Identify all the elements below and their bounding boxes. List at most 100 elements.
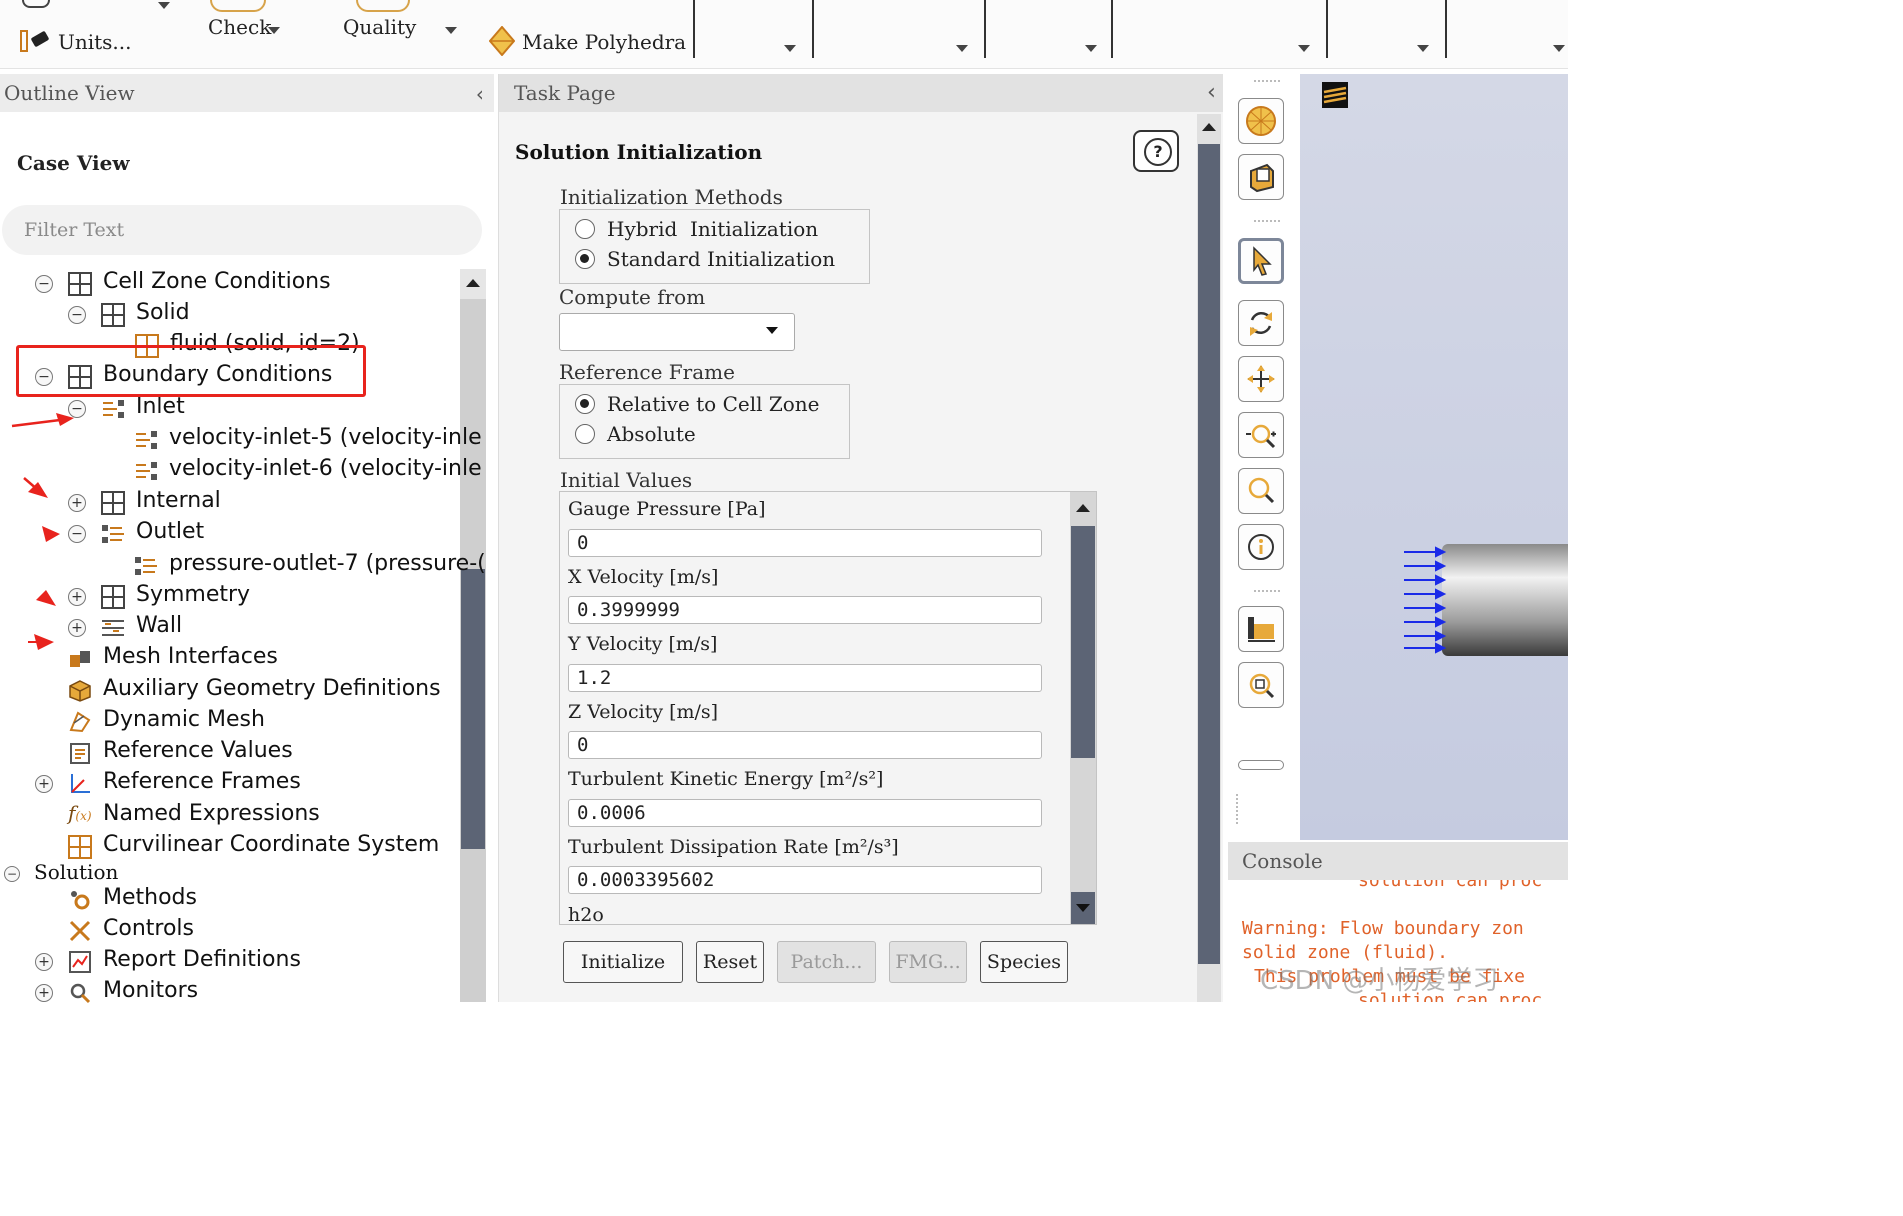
hybrid-init-label: Hybrid Initialization [607, 217, 819, 241]
chevron-down-icon[interactable] [956, 45, 968, 52]
cube-view-icon [1250, 163, 1274, 193]
grip-handle[interactable] [1254, 590, 1280, 596]
x-velocity-input[interactable]: 0.3999999 [568, 596, 1042, 624]
tree-label: Report Definitions [103, 947, 301, 972]
solid-zone-icon [101, 303, 125, 327]
scroll-up-button[interactable] [1197, 114, 1221, 142]
zoom-fit-icon [1249, 673, 1275, 699]
collapse-icon[interactable]: − [68, 306, 86, 324]
expand-toolbar-button[interactable] [1238, 760, 1284, 770]
inlet-icon [101, 397, 125, 421]
annotation-arrow [36, 590, 56, 606]
values-scrollbar[interactable] [1070, 492, 1096, 924]
scroll-thumb[interactable] [1198, 144, 1220, 964]
collapse-icon[interactable]: − [35, 275, 53, 293]
chevron-down-icon[interactable] [1085, 45, 1097, 52]
chevron-down-icon[interactable] [784, 45, 796, 52]
divider [693, 0, 695, 58]
pan-button[interactable] [1238, 356, 1284, 402]
expand-icon[interactable]: + [68, 494, 86, 512]
rotate-button[interactable] [1238, 300, 1284, 346]
initialize-button[interactable]: Initialize [563, 941, 683, 983]
chevron-down-icon[interactable] [1553, 45, 1565, 52]
check-dropdown-icon[interactable] [268, 27, 280, 34]
scroll-down-button[interactable] [1071, 892, 1095, 924]
expand-icon[interactable]: + [35, 775, 53, 793]
help-button[interactable]: ? [1133, 130, 1179, 172]
expand-icon[interactable]: + [35, 984, 53, 1002]
species-button[interactable]: Species [980, 941, 1068, 983]
chevron-down-icon[interactable] [1417, 45, 1429, 52]
report-icon [68, 950, 92, 974]
y-velocity-input[interactable]: 1.2 [568, 664, 1042, 692]
zoom-fit-button[interactable] [1238, 662, 1284, 708]
console-output[interactable]: solution can proc Warning: Flow boundary… [1228, 880, 1568, 1002]
polyhedra-icon [488, 25, 516, 57]
check-button[interactable]: Check [208, 15, 271, 39]
compute-from-select[interactable] [559, 313, 795, 351]
collapse-icon[interactable]: − [68, 525, 86, 543]
patch-button[interactable]: Patch... [777, 941, 876, 983]
relative-radio[interactable] [575, 394, 595, 414]
scroll-up-button[interactable] [460, 269, 486, 299]
scroll-up-icon[interactable] [1076, 504, 1090, 512]
x-velocity-label: X Velocity [m/s] [568, 566, 719, 588]
standard-init-radio[interactable] [575, 249, 595, 269]
collapse-icon[interactable]: − [4, 866, 20, 882]
task-page-scrollbar[interactable] [1197, 114, 1221, 1002]
chevron-down-icon[interactable] [1298, 45, 1310, 52]
probe-button[interactable] [1238, 524, 1284, 570]
grip-handle[interactable] [1254, 80, 1280, 86]
hybrid-init-radio[interactable] [575, 219, 595, 239]
zoom-to-area-button[interactable] [1238, 468, 1284, 514]
ruler-icon [1248, 617, 1275, 642]
expand-icon[interactable]: + [68, 588, 86, 606]
ribbon-toolbar: Units... Check Quality Make Polyhedra [0, 0, 1568, 69]
quality-button[interactable]: Quality [343, 15, 416, 39]
filter-input[interactable]: Filter Text [2, 205, 482, 255]
tools-icon [68, 919, 92, 943]
reset-button[interactable]: Reset [696, 941, 764, 983]
collapse-panel-icon[interactable]: ‹ [474, 82, 486, 106]
init-methods-label: Initialization Methods [560, 185, 783, 209]
partial-icon [22, 0, 50, 8]
gear-icon [68, 888, 92, 912]
z-velocity-input[interactable]: 0 [568, 731, 1042, 759]
make-polyhedra-button[interactable]: Make Polyhedra [522, 30, 686, 54]
z-velocity-label: Z Velocity [m/s] [568, 701, 719, 723]
symmetry-icon [101, 585, 125, 609]
quality-dropdown-icon[interactable] [445, 27, 457, 34]
tree-label: Outlet [136, 519, 205, 544]
collapse-panel-icon[interactable]: ‹ [1205, 80, 1218, 105]
grip-handle[interactable] [1254, 220, 1280, 226]
ruler-button[interactable] [1238, 606, 1284, 652]
check-icon [210, 0, 266, 12]
graphics-viewport[interactable] [1300, 74, 1568, 840]
reference-frame-label: Reference Frame [559, 360, 735, 384]
chevron-down-icon[interactable] [158, 2, 170, 9]
scroll-thumb[interactable] [461, 569, 485, 849]
outline-scrollbar[interactable] [460, 269, 486, 1002]
scroll-thumb[interactable] [1071, 526, 1095, 758]
tdr-input[interactable]: 0.0003395602 [568, 866, 1042, 894]
fit-sphere-button[interactable] [1238, 98, 1284, 144]
divider [1445, 0, 1447, 58]
expand-icon[interactable]: + [35, 953, 53, 971]
chevron-down-icon [766, 327, 778, 334]
fmg-button[interactable]: FMG... [889, 941, 967, 983]
question-icon: ? [1144, 138, 1172, 166]
select-pointer-button[interactable] [1238, 238, 1284, 284]
tree-label: Curvilinear Coordinate System [103, 832, 440, 857]
absolute-radio[interactable] [575, 424, 595, 444]
units-button[interactable]: Units... [58, 30, 132, 54]
expand-icon[interactable]: + [68, 619, 86, 637]
gauge-pressure-input[interactable]: 0 [568, 529, 1042, 557]
internal-icon [101, 491, 125, 515]
grip-handle[interactable] [1236, 794, 1242, 824]
outline-view-header: Outline View [0, 74, 494, 112]
gauge-pressure-label: Gauge Pressure [Pa] [568, 498, 766, 520]
zoom-button[interactable] [1238, 412, 1284, 458]
tke-input[interactable]: 0.0006 [568, 799, 1042, 827]
divider [984, 0, 986, 58]
view-cube-button[interactable] [1238, 154, 1284, 200]
